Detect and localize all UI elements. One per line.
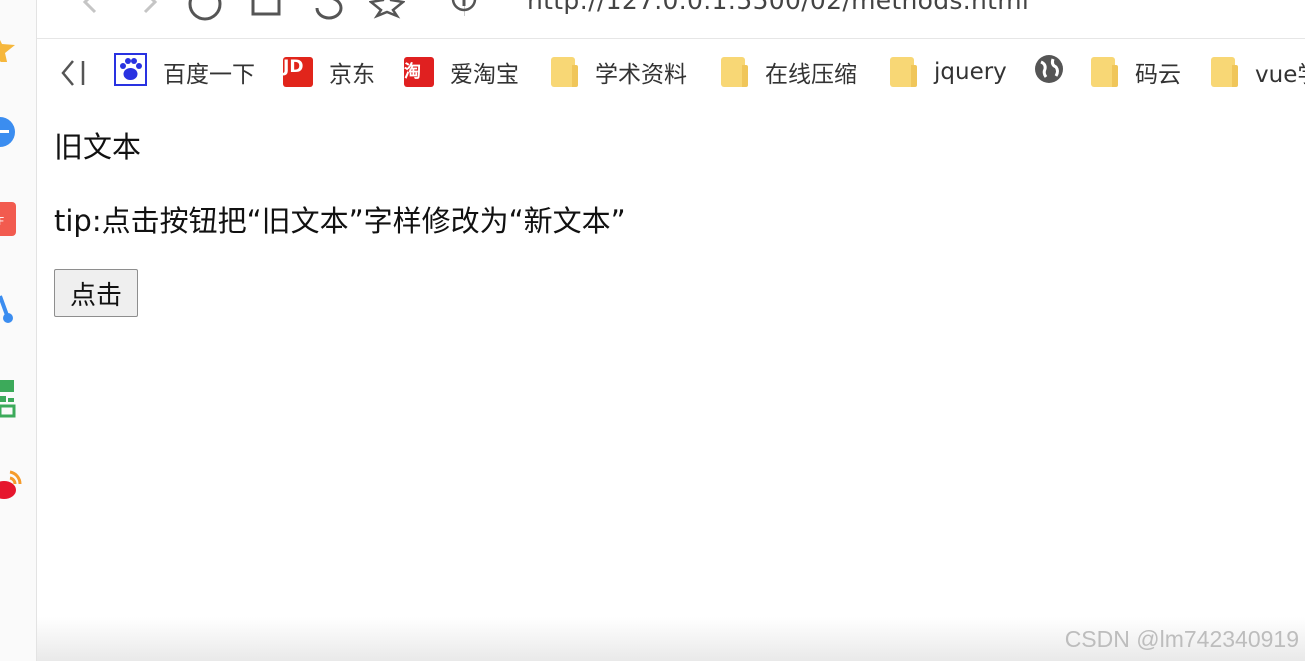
bookmark-label: 学术资料	[595, 62, 687, 88]
address-bar: http://127.0.0.1:5500/02/methods.html	[37, 0, 1305, 39]
back-icon[interactable]	[75, 0, 105, 18]
bookmark-label: vue学	[1255, 62, 1305, 88]
bookmark-jd[interactable]: JD 京东	[283, 55, 375, 89]
bookmark-label: jquery	[934, 59, 1007, 85]
bookmark-globe[interactable]	[1034, 55, 1064, 89]
old-text-paragraph: 旧文本	[54, 130, 142, 164]
taobao-icon: 淘	[404, 57, 434, 87]
bookmark-folder-vue[interactable]: vue学	[1211, 55, 1305, 89]
click-button[interactable]: 点击	[54, 269, 138, 317]
jd-icon: JD	[283, 57, 313, 87]
bookmark-label: 百度一下	[163, 62, 255, 88]
side-toolbar: F	[0, 0, 37, 661]
bookmark-star-icon[interactable]	[369, 0, 405, 28]
weibo-icon[interactable]	[0, 466, 22, 506]
bookmarks-bar: 百度一下 JD 京东 淘 爱淘宝 学术资料 在线压缩 jquery 码云 vue	[37, 39, 1305, 105]
home-icon[interactable]	[249, 0, 283, 28]
bookmark-folder-gitee[interactable]: 码云	[1091, 55, 1181, 89]
csdn-watermark: CSDN @lm742340919	[1064, 626, 1299, 652]
refresh-icon[interactable]	[185, 0, 225, 28]
site-info-icon[interactable]	[449, 0, 479, 14]
folder-icon	[1091, 57, 1118, 87]
message-icon[interactable]	[0, 114, 20, 150]
folder-icon	[551, 57, 578, 87]
url-text[interactable]: http://127.0.0.1:5500/02/methods.html	[527, 0, 1029, 15]
bookmark-label: 码云	[1135, 62, 1181, 88]
qr-icon[interactable]	[0, 378, 20, 420]
collapse-sidebar-icon[interactable]	[57, 57, 91, 89]
globe-icon	[1034, 54, 1064, 90]
bookmark-folder-academic[interactable]: 学术资料	[551, 55, 687, 89]
bookmark-baidu[interactable]: 百度一下	[114, 52, 255, 92]
baidu-paw-icon	[114, 52, 147, 92]
star-icon[interactable]	[0, 28, 20, 62]
pdf-icon[interactable]: F	[0, 200, 20, 240]
bookmark-label: 京东	[329, 62, 375, 88]
folder-icon	[721, 57, 748, 87]
svg-text:F: F	[0, 215, 4, 228]
folder-icon	[1211, 57, 1238, 87]
bookmark-label: 在线压缩	[765, 62, 857, 88]
undo-icon[interactable]	[311, 0, 347, 28]
bookmark-folder-jquery[interactable]: jquery	[890, 55, 1007, 89]
share-icon[interactable]	[0, 290, 20, 326]
forward-icon[interactable]	[135, 0, 165, 18]
tip-text: tip:点击按钮把“旧文本”字样修改为“新文本”	[54, 204, 626, 238]
bookmark-folder-compress[interactable]: 在线压缩	[721, 55, 857, 89]
bookmark-label: 爱淘宝	[450, 62, 519, 88]
bookmark-taobao[interactable]: 淘 爱淘宝	[404, 55, 519, 89]
folder-icon	[890, 57, 917, 87]
